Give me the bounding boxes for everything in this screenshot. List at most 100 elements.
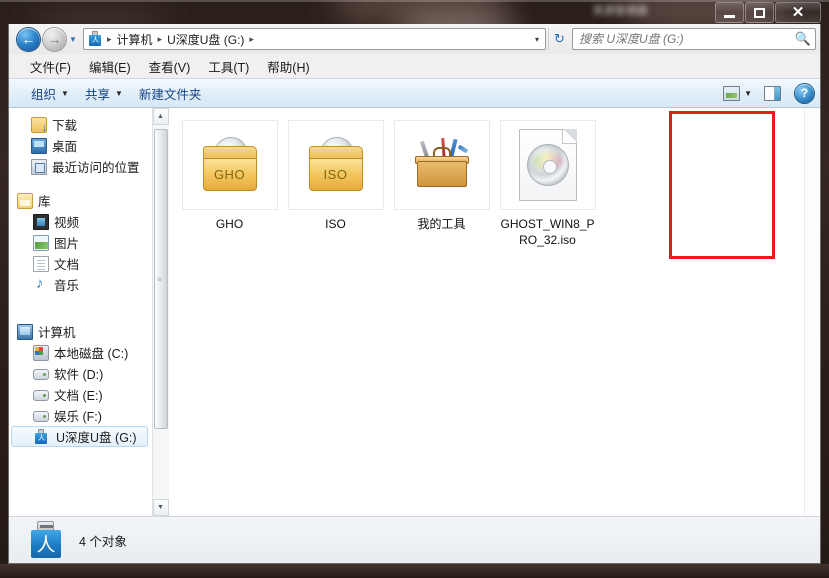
minimize-button[interactable]	[715, 2, 744, 23]
scrollbar-thumb[interactable]: ≡	[153, 129, 168, 429]
preview-pane-icon	[764, 85, 781, 101]
scrollbar-track[interactable]: ≡	[152, 125, 169, 499]
sidebar-item-label: 视频	[54, 216, 80, 230]
sidebar-item-label: U深度U盘 (G:)	[56, 431, 137, 445]
window-client-area: ← → ▼ 人 ▸ 计算机 ▸ U深度U盘 (G:) ▸ ▾ ↻ 搜索 U深度U…	[8, 24, 821, 564]
minimize-icon	[724, 14, 735, 18]
sidebar-item-music[interactable]: 音乐	[9, 274, 152, 295]
organize-button[interactable]: 组织 ▼	[23, 81, 77, 106]
change-view-button[interactable]: ▼	[717, 83, 758, 104]
menu-file[interactable]: 文件(F)	[21, 55, 80, 78]
menu-help[interactable]: 帮助(H)	[258, 55, 318, 78]
file-item-ghost-win8-iso[interactable]: GHOST_WIN8_PRO_32.iso	[497, 120, 598, 248]
chevron-down-icon: ▼	[114, 88, 123, 98]
sidebar-group-computer[interactable]: 计算机	[9, 321, 152, 342]
usb-drive-icon: 人	[33, 428, 49, 445]
file-item-my-tools[interactable]: 我的工具	[391, 120, 492, 248]
share-button[interactable]: 共享 ▼	[77, 81, 131, 106]
sidebar-item-label: 软件 (D:)	[54, 368, 104, 382]
refresh-button[interactable]: ↻	[548, 28, 570, 50]
sidebar-group-libraries[interactable]: 库	[9, 190, 152, 211]
view-options-icon	[723, 85, 741, 101]
close-button[interactable]: ✕	[775, 2, 821, 23]
help-button[interactable]: ?	[795, 83, 814, 103]
sidebar-item-pictures[interactable]: 图片	[9, 232, 152, 253]
status-item-count: 4 个对象	[79, 534, 127, 549]
usb-drive-icon: 人	[87, 31, 103, 47]
drive-icon	[33, 369, 49, 380]
sidebar-item-videos[interactable]: 视频	[9, 211, 152, 232]
search-input[interactable]	[579, 32, 795, 46]
breadcrumb-separator[interactable]: ▸	[247, 34, 256, 45]
cd-disc-shape	[526, 144, 569, 186]
video-icon	[33, 213, 49, 230]
refresh-icon: ↻	[554, 31, 565, 46]
history-dropdown-button[interactable]: ▼	[66, 35, 80, 44]
breadcrumb-separator: ▸	[157, 33, 163, 44]
sidebar-item-label: 本地磁盘 (C:)	[54, 347, 129, 361]
new-folder-button[interactable]: 新建文件夹	[131, 81, 210, 106]
sidebar-item-documents[interactable]: 文档	[9, 253, 152, 274]
file-icon-container: GHO	[181, 120, 278, 210]
folder-disc-icon: ISO	[305, 137, 367, 193]
sidebar-item-downloads[interactable]: 下载	[9, 114, 152, 135]
file-icon-container	[499, 120, 596, 210]
explorer-window: 资源管理器 ✕ ← → ▼ 人 ▸ 计算机 ▸ U深度U盘 (G:) ▸ ▾ ↻…	[0, 0, 829, 578]
sidebar-item-label: 娱乐 (F:)	[54, 410, 102, 424]
sidebar-item-drive-e[interactable]: 文档 (E:)	[9, 384, 152, 405]
annotation-rectangle	[669, 111, 775, 259]
breadcrumb-item-drive[interactable]: U深度U盘 (G:)	[164, 30, 247, 49]
forward-button[interactable]: →	[43, 27, 66, 51]
back-arrow-icon: ←	[21, 31, 36, 47]
file-item-gho[interactable]: GHO GHO	[179, 120, 280, 248]
folder-front-shape: GHO	[202, 158, 257, 191]
sidebar-item-drive-g[interactable]: 人 U深度U盘 (G:)	[11, 426, 148, 447]
breadcrumb-separator: ▸	[107, 33, 112, 44]
scroll-up-button[interactable]: ▲	[152, 108, 169, 125]
maximize-button[interactable]	[745, 2, 774, 23]
folder-front-shape: ISO	[308, 158, 363, 191]
scroll-down-button[interactable]: ▼	[152, 499, 169, 516]
file-item-iso[interactable]: ISO ISO	[285, 120, 386, 248]
sidebar-group-label: 计算机	[38, 326, 76, 340]
search-icon[interactable]: 🔍	[795, 31, 811, 47]
usb-drive-glyph: 人	[36, 534, 56, 556]
file-icon-container	[393, 120, 490, 210]
chevron-down-icon: ▼	[69, 34, 77, 44]
sidebar-item-drive-f[interactable]: 娱乐 (F:)	[9, 405, 152, 426]
download-icon	[31, 116, 47, 134]
sidebar-item-desktop[interactable]: 桌面	[9, 135, 152, 156]
chevron-down-icon: ▼	[61, 88, 69, 98]
sidebar-item-drive-d[interactable]: 软件 (D:)	[9, 363, 152, 384]
file-label: 我的工具	[417, 217, 466, 231]
iso-file-icon	[518, 129, 577, 201]
file-label: ISO	[325, 217, 346, 231]
address-bar[interactable]: 人 ▸ 计算机 ▸ U深度U盘 (G:) ▸ ▾	[83, 28, 546, 50]
picture-icon	[33, 234, 49, 251]
sidebar-item-recent-places[interactable]: 最近访问的位置	[9, 156, 152, 177]
close-icon: ✕	[791, 4, 805, 21]
folder-icon-text: ISO	[323, 167, 348, 182]
scrollbar-grip-icon: ≡	[157, 274, 162, 284]
menu-edit[interactable]: 编辑(E)	[80, 55, 140, 78]
caption-buttons: ✕	[714, 2, 821, 24]
address-bar-row: ← → ▼ 人 ▸ 计算机 ▸ U深度U盘 (G:) ▸ ▾ ↻ 搜索 U深度U…	[9, 24, 820, 54]
file-list-pane[interactable]: GHO GHO ISO ISO 我的工具 GHOST_WIN8_PRO_32.i…	[169, 108, 820, 516]
menu-view[interactable]: 查看(V)	[140, 55, 200, 78]
desktop-icon	[31, 137, 47, 154]
sidebar-item-drive-c[interactable]: 本地磁盘 (C:)	[9, 342, 152, 363]
page-fold-shape	[561, 129, 577, 144]
menu-bar: 文件(F) 编辑(E) 查看(V) 工具(T) 帮助(H)	[9, 54, 820, 78]
libraries-group: 库 视频 图片 文档 ♪ 音乐	[9, 190, 152, 295]
navigation-pane-scrollbar[interactable]: ▲ ≡ ▼	[152, 108, 169, 516]
file-label: GHOST_WIN8_PRO_32.iso	[500, 217, 595, 247]
search-box[interactable]: 🔍	[572, 28, 816, 50]
address-dropdown-icon[interactable]: ▾	[535, 35, 543, 44]
back-button[interactable]: ←	[17, 27, 40, 51]
preview-pane-button[interactable]	[758, 83, 787, 104]
file-list-scrollbar[interactable]	[804, 108, 820, 516]
menu-tools[interactable]: 工具(T)	[199, 55, 258, 78]
main-body: 下载 桌面 最近访问的位置	[9, 108, 820, 516]
breadcrumb-item-computer[interactable]: 计算机	[114, 30, 156, 49]
sidebar-item-label: 图片	[54, 237, 80, 251]
